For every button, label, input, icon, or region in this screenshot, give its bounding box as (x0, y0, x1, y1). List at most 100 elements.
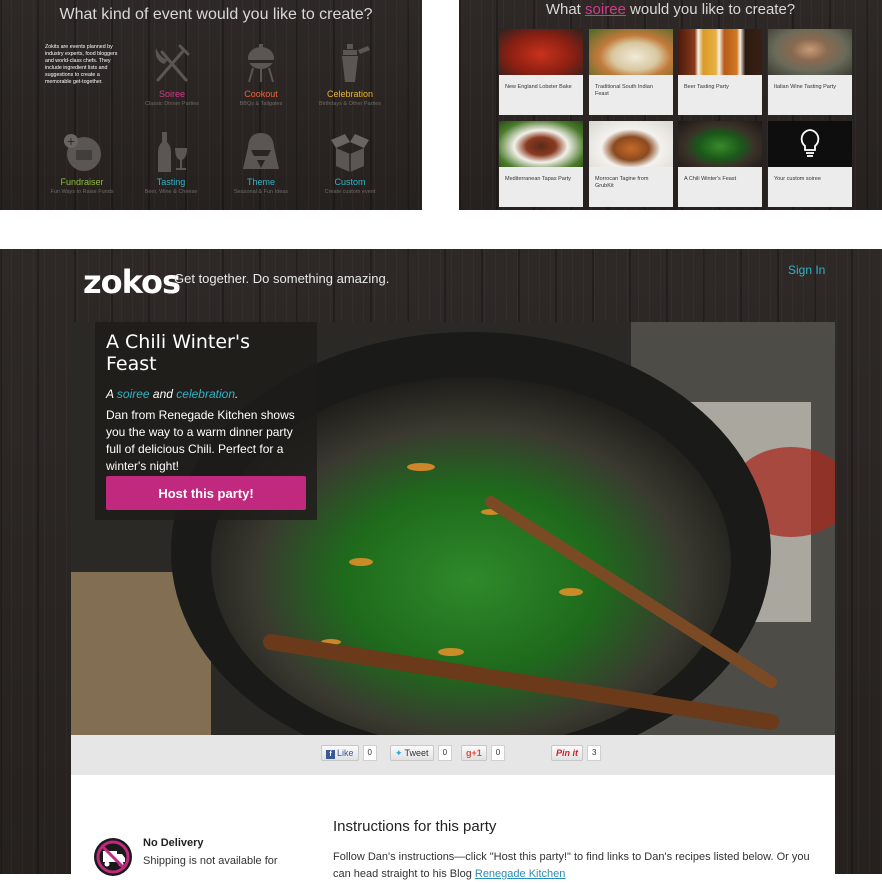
event-title: A Chili Winter's Feast (106, 331, 250, 375)
celebration-link[interactable]: celebration (176, 387, 235, 401)
site-tagline: Get together. Do something amazing. (174, 271, 390, 286)
twitter-bird-icon: ✦ (395, 748, 403, 758)
grill-icon (247, 44, 275, 83)
category-tasting[interactable]: Tasting Beer, Wine & Cheese (131, 130, 211, 195)
host-party-button[interactable]: Host this party! (106, 476, 306, 510)
wine-bottle-icon (158, 132, 187, 172)
category-cookout-name: Cookout (244, 89, 278, 99)
vader-helmet-icon (243, 133, 279, 169)
category-cookout-sub: BBQs & Tailgates (239, 101, 283, 107)
tagine-image (589, 121, 673, 167)
kind-end: . (235, 387, 239, 401)
instructions-heading: Instructions for this party (333, 818, 497, 835)
category-custom-sub: Create custom event (324, 189, 376, 195)
no-delivery-title: No Delivery (143, 837, 204, 849)
no-delivery-icon (94, 838, 132, 876)
google-plus-button[interactable]: g+1 (461, 745, 487, 761)
event-type-title: What kind of event would you like to cre… (59, 6, 373, 23)
tile-caption: Mediterranean Tapas Party (505, 176, 571, 182)
svg-text:+: + (66, 135, 75, 148)
facebook-like[interactable]: f Like 0 (321, 745, 377, 761)
soiree-tile-tapas[interactable]: Mediterranean Tapas Party (499, 121, 583, 207)
tweet-count: 0 (437, 745, 453, 761)
category-tasting-name: Tasting (156, 177, 186, 187)
lobster-bake-image (499, 29, 583, 75)
italian-wine-image (768, 29, 852, 75)
tile-caption: A Chili Winter's Feast (684, 176, 737, 182)
category-soiree[interactable]: Soiree Classic Dinner Parties (132, 42, 212, 107)
instructions-body: Follow Dan's instructions—click "Host th… (333, 851, 810, 880)
title-post: would you like to create? (625, 1, 796, 18)
event-info-box: A Chili Winter's Feast A soiree and cele… (95, 322, 317, 520)
cocktail-shaker-icon (342, 44, 370, 82)
tile-caption: Traditional South Indian Feast (595, 84, 653, 97)
tapas-party-image (499, 121, 583, 167)
tweet-label: Tweet (404, 748, 429, 758)
category-celebration[interactable]: Celebration Birthdays & Other Parties (310, 42, 390, 107)
tile-caption: Morrocan Tagine from GrubKit (595, 176, 649, 189)
category-celebration-sub: Birthdays & Other Parties (318, 101, 382, 107)
share-bar: f Like 0 ✦ Tweet 0 g+1 0 Pin it 3 (71, 735, 835, 775)
twitter-tweet[interactable]: ✦ Tweet 0 (390, 745, 453, 761)
south-indian-feast-image (589, 29, 673, 75)
soiree-tile-tagine[interactable]: Morrocan Tagine from GrubKit (589, 121, 673, 207)
soiree-tile-lobster[interactable]: New England Lobster Bake (499, 29, 583, 115)
beer-tasting-image (678, 29, 762, 75)
custom-tile-image (768, 121, 852, 167)
gplus-label: +1 (471, 748, 482, 758)
event-content: No Delivery Shipping is not available fo… (71, 775, 835, 880)
kind-and: and (149, 387, 177, 401)
category-cookout[interactable]: Cookout BBQs & Tailgates (221, 42, 301, 107)
title-soiree-link[interactable]: soiree (585, 1, 626, 18)
category-soiree-name: Soiree (158, 89, 185, 99)
open-box-icon (331, 134, 369, 172)
soiree-tile-south-indian[interactable]: Traditional South Indian Feast (589, 29, 673, 115)
soiree-selection-title: What soiree would you like to create? (459, 1, 882, 18)
like-count: 0 (362, 745, 377, 761)
no-delivery-notice: No Delivery Shipping is not available fo… (93, 837, 278, 882)
pin-count: 3 (587, 745, 602, 761)
zokos-logo[interactable]: zokos (83, 263, 181, 301)
event-description: Dan from Renegade Kitchen shows you the … (106, 408, 295, 473)
zokits-intro-text: Zokits are events planned by industry ex… (45, 44, 118, 85)
sign-in-link[interactable]: Sign In (788, 263, 825, 277)
tile-caption: New England Lobster Bake (505, 84, 572, 90)
category-theme[interactable]: Theme Seasonal & Fun Ideas (221, 130, 301, 195)
category-fundraiser-name: Fundraiser (60, 177, 104, 187)
event-kind: A soiree and celebration. (106, 387, 306, 401)
tweet-button[interactable]: ✦ Tweet (390, 745, 434, 761)
category-theme-sub: Seasonal & Fun Ideas (233, 189, 289, 195)
renegade-kitchen-link[interactable]: Renegade Kitchen (475, 868, 566, 880)
soiree-link[interactable]: soiree (117, 387, 150, 401)
no-delivery-text: Shipping is not available for (143, 855, 278, 867)
instructions-text: Follow Dan's instructions—click "Host th… (333, 849, 813, 883)
title-pre: What (545, 1, 586, 18)
facebook-icon: f (326, 750, 335, 759)
donation-box-icon: + (64, 134, 101, 171)
event-type-panel: What kind of event would you like to cre… (0, 0, 422, 210)
category-theme-name: Theme (246, 177, 275, 187)
facebook-like-button[interactable]: f Like (321, 745, 359, 761)
tile-caption: Italian Wine Tasting Party (774, 84, 836, 90)
soiree-tile-custom[interactable]: Your custom soiree (768, 121, 852, 207)
category-soiree-sub: Classic Dinner Parties (144, 101, 200, 107)
soiree-tile-beer[interactable]: Beer Tasting Party (678, 29, 762, 115)
category-tasting-sub: Beer, Wine & Cheese (144, 189, 198, 195)
soiree-tile-chili[interactable]: A Chili Winter's Feast (678, 121, 762, 207)
google-plus-one[interactable]: g+1 0 (461, 745, 506, 761)
soiree-selection-panel: What soiree would you like to create? Ne… (459, 0, 882, 210)
soiree-tile-italian-wine[interactable]: Italian Wine Tasting Party (768, 29, 852, 115)
category-custom[interactable]: Custom Create custom event (310, 130, 390, 195)
lightbulb-icon (800, 129, 820, 157)
pin-it-button[interactable]: Pin it (551, 745, 583, 761)
pinterest-pin[interactable]: Pin it 3 (551, 745, 602, 761)
tile-caption: Your custom soiree (774, 176, 821, 182)
category-celebration-name: Celebration (326, 89, 374, 99)
category-fundraiser[interactable]: + Fundraiser Fun Ways to Raise Funds (42, 130, 122, 195)
category-custom-name: Custom (334, 177, 366, 187)
event-detail-page: zokos Get together. Do something amazing… (0, 249, 882, 880)
chili-feast-image (678, 121, 762, 167)
gplus-count: 0 (490, 745, 506, 761)
category-fundraiser-sub: Fun Ways to Raise Funds (50, 189, 114, 195)
fork-knife-icon (155, 44, 190, 82)
